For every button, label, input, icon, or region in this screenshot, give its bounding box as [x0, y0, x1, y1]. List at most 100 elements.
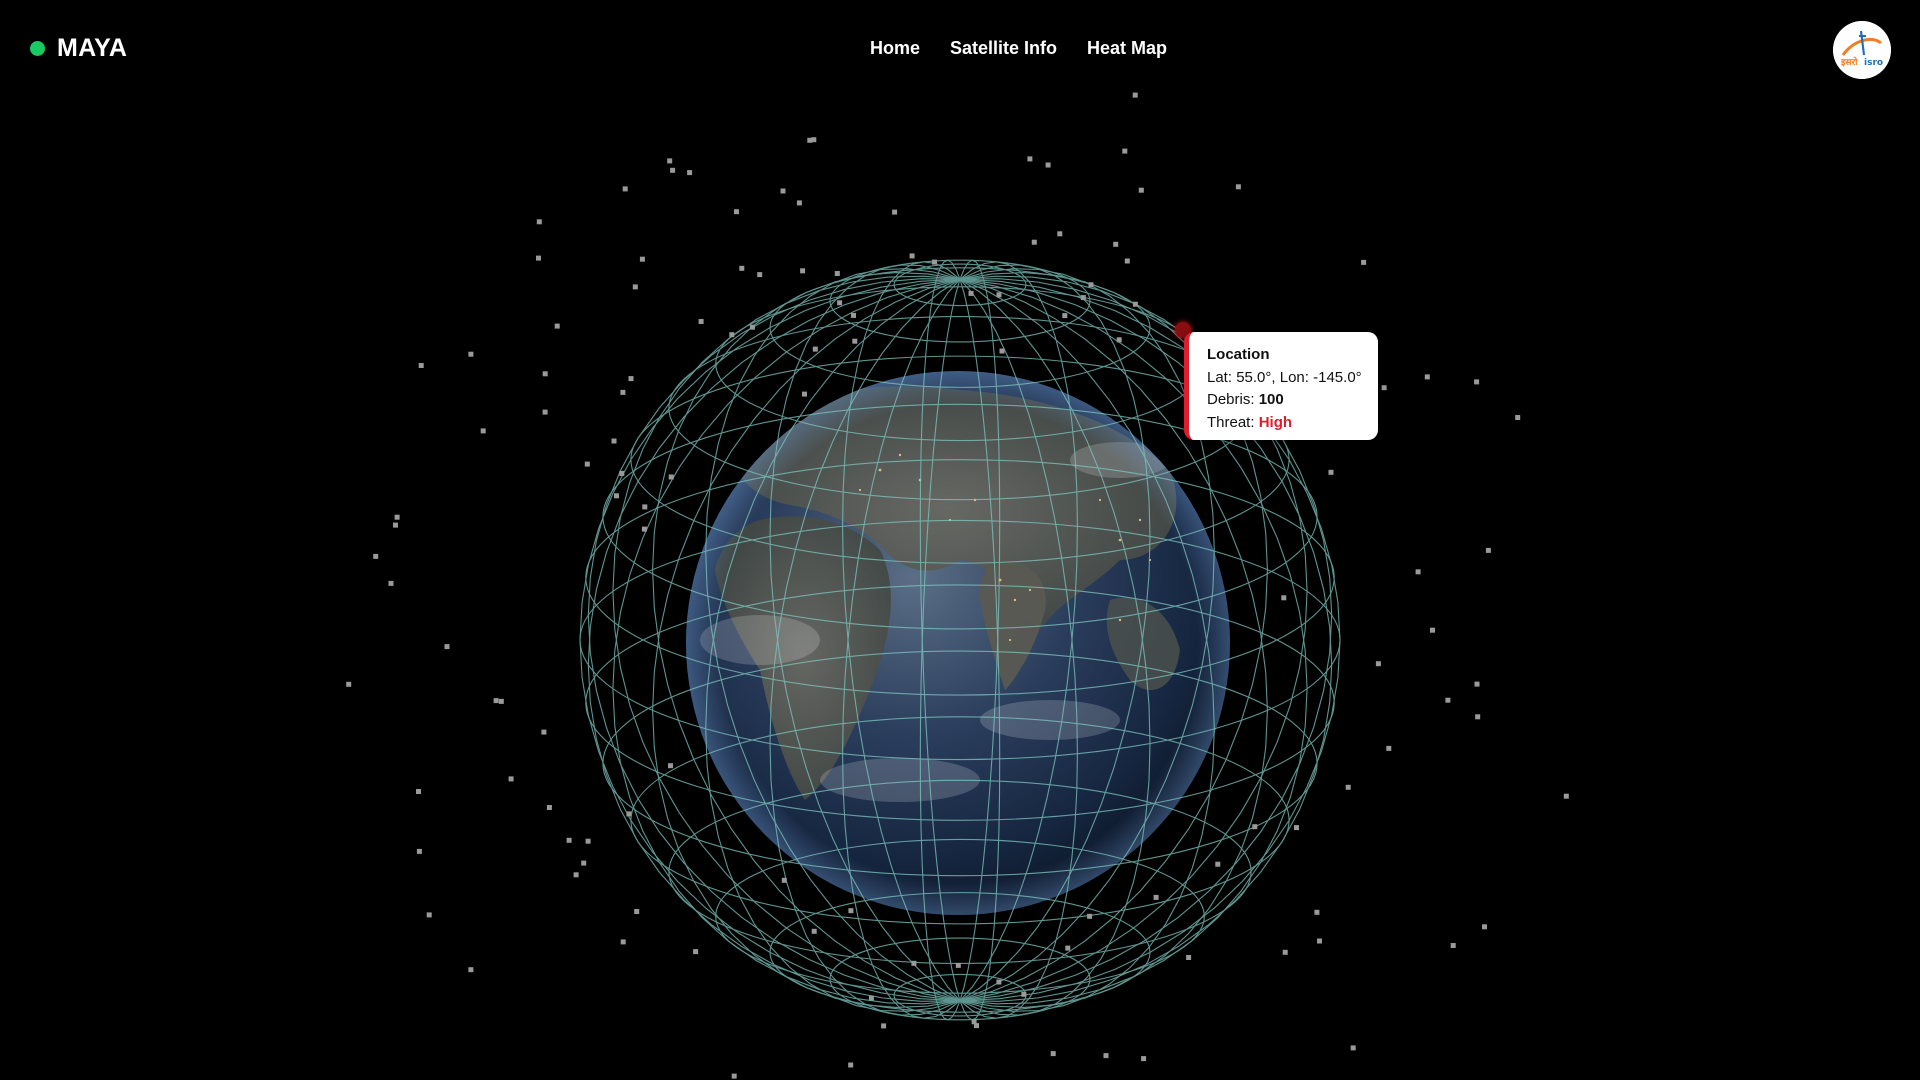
- debris-point[interactable]: [632, 284, 638, 290]
- debris-point[interactable]: [668, 474, 674, 480]
- debris-point[interactable]: [620, 389, 626, 395]
- debris-point[interactable]: [1474, 379, 1480, 385]
- debris-point[interactable]: [848, 908, 854, 914]
- debris-point[interactable]: [1361, 259, 1367, 265]
- debris-point[interactable]: [1087, 913, 1093, 919]
- debris-point[interactable]: [468, 967, 474, 973]
- debris-point[interactable]: [1132, 301, 1138, 307]
- debris-point[interactable]: [1314, 909, 1320, 915]
- debris-point[interactable]: [781, 877, 787, 883]
- debris-point[interactable]: [729, 332, 735, 338]
- debris-point[interactable]: [614, 493, 619, 499]
- debris-point[interactable]: [554, 323, 560, 329]
- debris-point[interactable]: [731, 1073, 737, 1079]
- debris-point[interactable]: [668, 763, 673, 769]
- nav-heat-map[interactable]: Heat Map: [1087, 38, 1167, 59]
- debris-point[interactable]: [955, 962, 961, 968]
- debris-point[interactable]: [687, 170, 693, 176]
- debris-point[interactable]: [837, 300, 843, 306]
- debris-point[interactable]: [1445, 697, 1451, 703]
- debris-point[interactable]: [641, 526, 647, 532]
- debris-point[interactable]: [542, 371, 548, 377]
- debris-point[interactable]: [480, 428, 486, 434]
- debris-point[interactable]: [1062, 313, 1068, 319]
- debris-point[interactable]: [932, 259, 937, 265]
- debris-point[interactable]: [1235, 184, 1241, 190]
- debris-point[interactable]: [1031, 239, 1037, 245]
- globe-scene[interactable]: [0, 0, 1920, 1080]
- debris-point[interactable]: [974, 1023, 979, 1029]
- debris-point[interactable]: [796, 200, 802, 206]
- debris-point[interactable]: [620, 939, 626, 945]
- debris-point[interactable]: [1450, 943, 1456, 948]
- debris-point[interactable]: [1475, 714, 1481, 720]
- debris-point[interactable]: [573, 872, 579, 878]
- debris-point[interactable]: [546, 805, 552, 810]
- debris-point[interactable]: [1381, 385, 1387, 391]
- debris-point[interactable]: [626, 811, 632, 817]
- debris-point[interactable]: [667, 158, 673, 164]
- debris-point[interactable]: [892, 209, 898, 215]
- debris-point[interactable]: [1415, 569, 1421, 575]
- debris-point[interactable]: [508, 776, 514, 782]
- debris-point[interactable]: [802, 391, 807, 397]
- debris-point[interactable]: [1113, 241, 1119, 247]
- debris-point[interactable]: [1080, 295, 1086, 301]
- debris-point[interactable]: [852, 338, 858, 344]
- debris-point[interactable]: [1350, 1045, 1356, 1051]
- debris-point[interactable]: [1424, 374, 1430, 380]
- debris-point[interactable]: [373, 553, 379, 559]
- debris-point[interactable]: [416, 789, 421, 794]
- debris-point[interactable]: [996, 979, 1002, 985]
- debris-point[interactable]: [1563, 793, 1569, 799]
- debris-point[interactable]: [1186, 955, 1192, 960]
- debris-point[interactable]: [749, 324, 755, 330]
- debris-point[interactable]: [693, 949, 699, 955]
- debris-point[interactable]: [1027, 156, 1033, 162]
- debris-point[interactable]: [1103, 1053, 1109, 1059]
- debris-point[interactable]: [1065, 945, 1071, 951]
- debris-point[interactable]: [1282, 949, 1288, 955]
- debris-point[interactable]: [611, 438, 617, 444]
- debris-point[interactable]: [1386, 745, 1392, 751]
- debris-point[interactable]: [1045, 162, 1051, 168]
- debris-point[interactable]: [541, 729, 547, 735]
- debris-point[interactable]: [848, 1062, 854, 1068]
- debris-point[interactable]: [536, 219, 542, 225]
- debris-point[interactable]: [1345, 784, 1351, 790]
- debris-point[interactable]: [1132, 92, 1138, 98]
- debris-point[interactable]: [1124, 258, 1130, 264]
- debris-point[interactable]: [851, 312, 856, 318]
- debris-point[interactable]: [739, 265, 745, 271]
- debris-point[interactable]: [642, 504, 648, 510]
- debris-point[interactable]: [868, 995, 874, 1001]
- debris-point[interactable]: [622, 186, 628, 192]
- debris-point[interactable]: [1485, 547, 1491, 553]
- debris-point[interactable]: [394, 514, 400, 520]
- debris-point[interactable]: [670, 167, 676, 173]
- debris-point[interactable]: [1141, 1056, 1147, 1062]
- debris-point[interactable]: [1153, 894, 1159, 900]
- debris-point[interactable]: [996, 292, 1002, 298]
- debris-point[interactable]: [493, 698, 499, 704]
- debris-point[interactable]: [585, 838, 591, 844]
- debris-point[interactable]: [812, 346, 818, 352]
- debris-point[interactable]: [1281, 595, 1287, 601]
- debris-point[interactable]: [1328, 469, 1334, 475]
- debris-point[interactable]: [542, 409, 548, 415]
- debris-point[interactable]: [536, 255, 541, 261]
- debris-point[interactable]: [734, 209, 739, 215]
- nav-home[interactable]: Home: [870, 38, 920, 59]
- debris-point[interactable]: [1294, 825, 1299, 831]
- debris-point[interactable]: [757, 272, 763, 278]
- debris-point[interactable]: [811, 137, 817, 143]
- debris-point[interactable]: [1482, 924, 1487, 930]
- debris-point[interactable]: [698, 319, 704, 324]
- debris-point[interactable]: [1215, 861, 1221, 867]
- debris-point[interactable]: [1252, 824, 1258, 830]
- debris-point[interactable]: [619, 470, 625, 476]
- debris-point[interactable]: [811, 928, 817, 934]
- debris-point[interactable]: [1116, 337, 1122, 343]
- debris-point[interactable]: [639, 256, 645, 262]
- debris-point[interactable]: [393, 522, 398, 528]
